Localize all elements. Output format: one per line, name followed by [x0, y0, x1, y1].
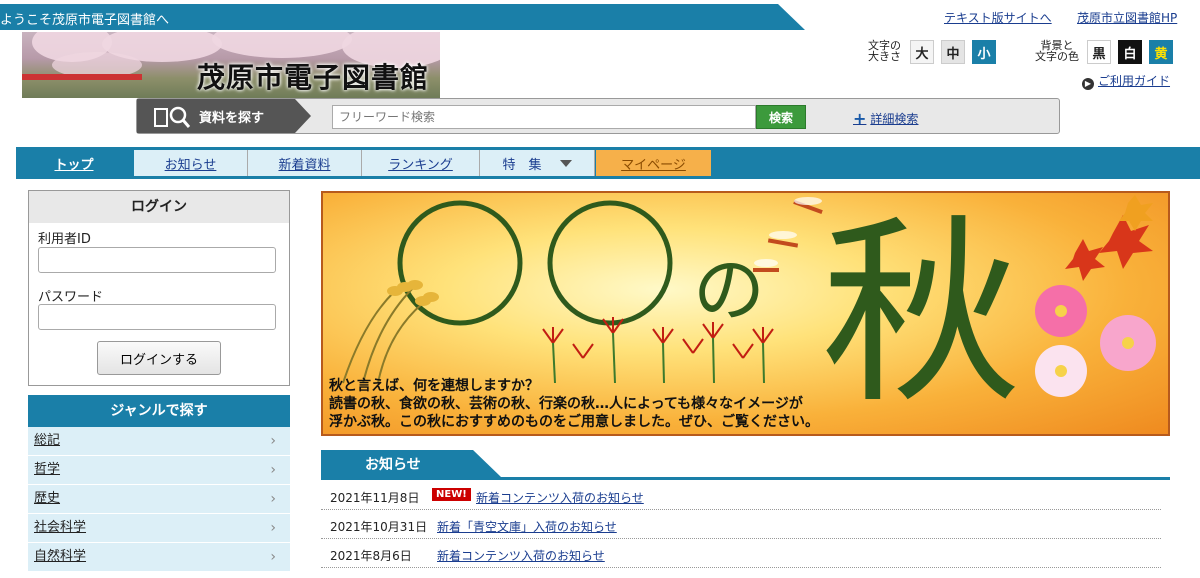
color-yellow-button[interactable]: 黄 [1149, 40, 1173, 64]
site-logo[interactable]: 茂原市電子図書館 [22, 32, 440, 98]
search-input[interactable] [332, 105, 756, 129]
notice-header: お知らせ [321, 450, 1170, 480]
notice-title: お知らせ [321, 450, 501, 477]
login-button[interactable]: ログインする [97, 341, 221, 375]
chevron-right-icon: › [270, 520, 276, 536]
book-search-icon [154, 106, 191, 128]
genre-item[interactable]: 社会科学 › [28, 514, 290, 543]
feature-line: 浮かぶ秋。この秋におすすめのものをご用意しました。ぜひ、ご覧ください。 [329, 414, 819, 430]
nav-top[interactable]: トップ [16, 150, 132, 176]
text-version-link[interactable]: テキスト版サイトへ [944, 9, 1052, 26]
feature-line: 秋と言えば、何を連想しますか？ [329, 378, 539, 394]
chevron-right-icon: › [270, 549, 276, 565]
top-strip: ようこそ茂原市電子図書館へ テキスト版サイトへ 茂原市立図書館HP [0, 0, 1200, 30]
plus-icon: + [853, 109, 867, 128]
font-size-large-button[interactable]: 大 [910, 40, 934, 64]
library-hp-link[interactable]: 茂原市立図書館HP [1077, 9, 1177, 26]
font-size-medium-button[interactable]: 中 [941, 40, 965, 64]
chevron-right-icon: › [270, 491, 276, 507]
welcome-text: ようこそ茂原市電子図書館へ [0, 13, 170, 28]
notice-link[interactable]: 新着コンテンツ入荷のお知らせ [476, 489, 644, 506]
caret-down-icon [559, 159, 572, 167]
chevron-right-icon: › [270, 462, 276, 478]
notice-link[interactable]: 新着コンテンツ入荷のお知らせ [437, 547, 605, 564]
password-label: パスワード [38, 290, 104, 305]
nav-feature[interactable]: 特 集 [480, 150, 595, 176]
search-bar: 資料を探す 検索 +詳細検索 [136, 98, 1060, 134]
nav-new-items[interactable]: 新着資料 [248, 150, 362, 176]
feature-description: 秋と言えば、何を連想しますか？ 読書の秋、食欲の秋、芸術の秋、行楽の秋…人によっ… [329, 377, 819, 431]
login-box: ログイン 利用者ID パスワード ログインする [28, 190, 290, 386]
notice-row: 2021年8月6日 新着コンテンツ入荷のお知らせ [321, 539, 1161, 568]
genre-item[interactable]: 自然科学 › [28, 543, 290, 572]
user-id-input[interactable] [38, 247, 276, 273]
color-scheme-label: 背景と 文字の色 [1035, 39, 1079, 63]
genre-panel: ジャンルで探す 総記 › 哲学 › 歴史 › 社会科学 › 自然科学 › [28, 395, 290, 578]
hero-no-char: の [693, 248, 765, 332]
feature-line: 読書の秋、食欲の秋、芸術の秋、行楽の秋…人によっても様々なイメージが [329, 396, 803, 412]
nav-mypage[interactable]: マイページ [596, 150, 711, 176]
color-white-button[interactable]: 白 [1118, 40, 1142, 64]
welcome-banner: ようこそ茂原市電子図書館へ [0, 4, 805, 30]
font-size-label: 文字の 大きさ [868, 39, 901, 63]
notice-row: 2021年11月8日 NEW! 新着コンテンツ入荷のお知らせ [321, 481, 1161, 510]
chevron-right-icon: › [270, 433, 276, 449]
notice-date: 2021年8月6日 [330, 549, 412, 563]
advanced-search-link[interactable]: + 詳細検索 [853, 109, 918, 128]
logo-text: 茂原市電子図書館 [197, 61, 430, 94]
search-tab-label: 資料を探す [199, 110, 265, 126]
password-input[interactable] [38, 304, 276, 330]
search-button[interactable]: 検索 [756, 105, 806, 129]
genre-item[interactable]: 総記 › [28, 427, 290, 456]
color-black-button[interactable]: 黒 [1087, 40, 1111, 64]
notice-row: 2021年10月31日 新着「青空文庫」入荷のお知らせ [321, 510, 1161, 539]
genre-item[interactable]: 哲学 › [28, 456, 290, 485]
nav-ranking[interactable]: ランキング [362, 150, 480, 176]
new-badge: NEW! [432, 488, 471, 501]
notice-link[interactable]: 新着「青空文庫」入荷のお知らせ [437, 518, 617, 535]
notice-date: 2021年11月8日 [330, 491, 420, 505]
main-nav: トップ お知らせ 新着資料 ランキング 特 集 マイページ [16, 147, 1200, 179]
guide-link-wrap[interactable]: ▶ ご利用ガイド [1082, 72, 1170, 90]
genre-item[interactable]: 歴史 › [28, 485, 290, 514]
login-title: ログイン [29, 191, 289, 223]
guide-link[interactable]: ご利用ガイド [1098, 74, 1170, 88]
notice-date: 2021年10月31日 [330, 520, 428, 534]
genre-title: ジャンルで探す [28, 395, 290, 427]
search-tab: 資料を探す [137, 99, 311, 133]
play-icon: ▶ [1082, 78, 1094, 90]
hero-kanji: 秋 [821, 198, 1021, 431]
nav-feature-label: 特 集 [502, 157, 542, 173]
user-id-label: 利用者ID [38, 232, 91, 247]
nav-news[interactable]: お知らせ [134, 150, 248, 176]
feature-banner[interactable]: の 秋 秋と言えば、何を連想しますか？ 読書の秋、食欲の秋、芸術の秋、行楽の秋…… [321, 191, 1170, 436]
font-size-small-button[interactable]: 小 [972, 40, 996, 64]
